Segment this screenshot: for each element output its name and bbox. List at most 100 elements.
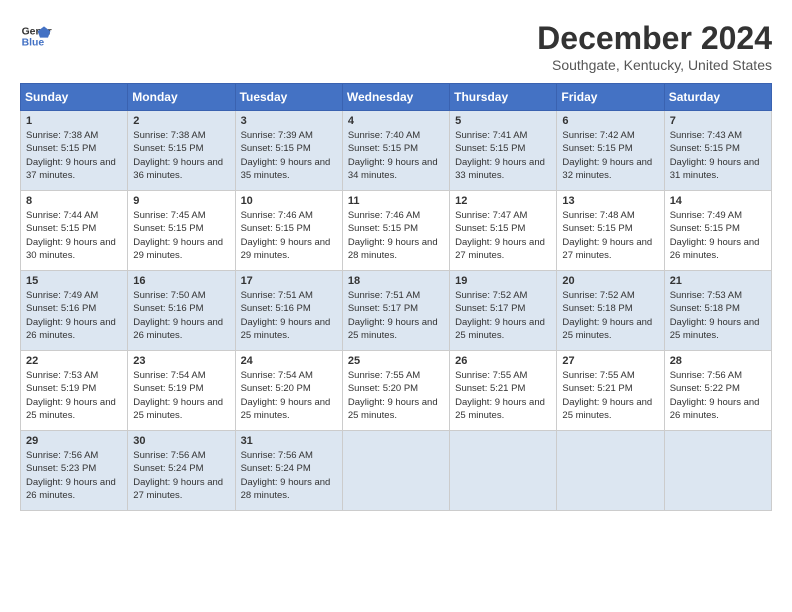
calendar-header-row: SundayMondayTuesdayWednesdayThursdayFrid… (21, 84, 772, 111)
calendar-cell: 21 Sunrise: 7:53 AMSunset: 5:18 PMDayligh… (664, 271, 771, 351)
calendar-cell: 14 Sunrise: 7:49 AMSunset: 5:15 PMDayligh… (664, 191, 771, 271)
day-number: 13 (562, 195, 658, 207)
day-number: 18 (348, 275, 444, 287)
calendar-cell: 8 Sunrise: 7:44 AMSunset: 5:15 PMDaylight… (21, 191, 128, 271)
day-number: 29 (26, 435, 122, 447)
calendar-cell (664, 431, 771, 511)
day-number: 10 (241, 195, 337, 207)
day-number: 31 (241, 435, 337, 447)
logo-icon: General Blue (20, 20, 52, 52)
day-number: 25 (348, 355, 444, 367)
calendar-cell: 3 Sunrise: 7:39 AMSunset: 5:15 PMDaylight… (235, 111, 342, 191)
day-number: 28 (670, 355, 766, 367)
day-number: 3 (241, 115, 337, 127)
day-info: Sunrise: 7:52 AMSunset: 5:17 PMDaylight:… (455, 289, 551, 342)
calendar-week-row: 29 Sunrise: 7:56 AMSunset: 5:23 PMDayligh… (21, 431, 772, 511)
day-info: Sunrise: 7:48 AMSunset: 5:15 PMDaylight:… (562, 209, 658, 262)
day-header-friday: Friday (557, 84, 664, 111)
day-header-monday: Monday (128, 84, 235, 111)
calendar-cell: 26Sunrise: 7:55 AMSunset: 5:21 PMDayligh… (450, 351, 557, 431)
day-info: Sunrise: 7:55 AMSunset: 5:21 PMDaylight:… (455, 369, 551, 422)
day-number: 5 (455, 115, 551, 127)
day-header-thursday: Thursday (450, 84, 557, 111)
calendar-cell: 15 Sunrise: 7:49 AMSunset: 5:16 PMDayligh… (21, 271, 128, 351)
day-number: 2 (133, 115, 229, 127)
calendar-cell: 28Sunrise: 7:56 AMSunset: 5:22 PMDayligh… (664, 351, 771, 431)
day-info: Sunrise: 7:53 AMSunset: 5:18 PMDaylight:… (670, 289, 766, 342)
day-info: Sunrise: 7:50 AMSunset: 5:16 PMDaylight:… (133, 289, 229, 342)
day-info: Sunrise: 7:47 AMSunset: 5:15 PMDaylight:… (455, 209, 551, 262)
calendar-cell: 25 Sunrise: 7:55 AMSunset: 5:20 PMDayligh… (342, 351, 449, 431)
day-info: Sunrise: 7:44 AMSunset: 5:15 PMDaylight:… (26, 209, 122, 262)
day-number: 19 (455, 275, 551, 287)
day-number: 14 (670, 195, 766, 207)
calendar-cell: 19 Sunrise: 7:52 AMSunset: 5:17 PMDayligh… (450, 271, 557, 351)
calendar-cell: 7Sunrise: 7:43 AMSunset: 5:15 PMDaylight… (664, 111, 771, 191)
day-number: 30 (133, 435, 229, 447)
day-info: Sunrise: 7:46 AMSunset: 5:15 PMDaylight:… (348, 209, 444, 262)
day-number: 8 (26, 195, 122, 207)
calendar-cell: 11 Sunrise: 7:46 AMSunset: 5:15 PMDayligh… (342, 191, 449, 271)
calendar-cell: 31 Sunrise: 7:56 AMSunset: 5:24 PMDayligh… (235, 431, 342, 511)
calendar-cell: 30 Sunrise: 7:56 AMSunset: 5:24 PMDayligh… (128, 431, 235, 511)
day-info: Sunrise: 7:49 AMSunset: 5:15 PMDaylight:… (670, 209, 766, 262)
day-number: 21 (670, 275, 766, 287)
calendar-cell: 10 Sunrise: 7:46 AMSunset: 5:15 PMDayligh… (235, 191, 342, 271)
day-info: Sunrise: 7:38 AMSunset: 5:15 PMDaylight:… (26, 129, 122, 182)
day-number: 4 (348, 115, 444, 127)
calendar-cell: 1Sunrise: 7:38 AMSunset: 5:15 PMDaylight… (21, 111, 128, 191)
calendar-cell: 6 Sunrise: 7:42 AMSunset: 5:15 PMDaylight… (557, 111, 664, 191)
calendar-cell: 20 Sunrise: 7:52 AMSunset: 5:18 PMDayligh… (557, 271, 664, 351)
calendar-cell: 16 Sunrise: 7:50 AMSunset: 5:16 PMDayligh… (128, 271, 235, 351)
day-number: 20 (562, 275, 658, 287)
calendar-cell: 13 Sunrise: 7:48 AMSunset: 5:15 PMDayligh… (557, 191, 664, 271)
calendar-week-row: 15 Sunrise: 7:49 AMSunset: 5:16 PMDayligh… (21, 271, 772, 351)
day-info: Sunrise: 7:42 AMSunset: 5:15 PMDaylight:… (562, 129, 658, 182)
calendar-week-row: 22 Sunrise: 7:53 AMSunset: 5:19 PMDayligh… (21, 351, 772, 431)
day-number: 9 (133, 195, 229, 207)
day-number: 23 (133, 355, 229, 367)
day-info: Sunrise: 7:56 AMSunset: 5:24 PMDaylight:… (133, 449, 229, 502)
day-info: Sunrise: 7:56 AMSunset: 5:23 PMDaylight:… (26, 449, 122, 502)
day-header-saturday: Saturday (664, 84, 771, 111)
day-info: Sunrise: 7:41 AMSunset: 5:15 PMDaylight:… (455, 129, 551, 182)
day-number: 22 (26, 355, 122, 367)
calendar-cell: 24Sunrise: 7:54 AMSunset: 5:20 PMDayligh… (235, 351, 342, 431)
calendar-cell (342, 431, 449, 511)
day-info: Sunrise: 7:56 AMSunset: 5:24 PMDaylight:… (241, 449, 337, 502)
day-info: Sunrise: 7:55 AMSunset: 5:20 PMDaylight:… (348, 369, 444, 422)
day-info: Sunrise: 7:51 AMSunset: 5:16 PMDaylight:… (241, 289, 337, 342)
calendar-cell: 29 Sunrise: 7:56 AMSunset: 5:23 PMDayligh… (21, 431, 128, 511)
calendar-cell: 12 Sunrise: 7:47 AMSunset: 5:15 PMDayligh… (450, 191, 557, 271)
calendar-week-row: 8 Sunrise: 7:44 AMSunset: 5:15 PMDaylight… (21, 191, 772, 271)
day-info: Sunrise: 7:38 AMSunset: 5:15 PMDaylight:… (133, 129, 229, 182)
day-info: Sunrise: 7:39 AMSunset: 5:15 PMDaylight:… (241, 129, 337, 182)
calendar-cell (450, 431, 557, 511)
svg-text:Blue: Blue (22, 38, 45, 49)
day-info: Sunrise: 7:53 AMSunset: 5:19 PMDaylight:… (26, 369, 122, 422)
logo: General Blue (20, 20, 52, 52)
day-info: Sunrise: 7:52 AMSunset: 5:18 PMDaylight:… (562, 289, 658, 342)
day-number: 24 (241, 355, 337, 367)
calendar-table: SundayMondayTuesdayWednesdayThursdayFrid… (20, 83, 772, 511)
day-info: Sunrise: 7:49 AMSunset: 5:16 PMDaylight:… (26, 289, 122, 342)
day-info: Sunrise: 7:45 AMSunset: 5:15 PMDaylight:… (133, 209, 229, 262)
title-block: December 2024 Southgate, Kentucky, Unite… (537, 20, 772, 73)
calendar-cell (557, 431, 664, 511)
day-info: Sunrise: 7:40 AMSunset: 5:15 PMDaylight:… (348, 129, 444, 182)
month-title: December 2024 (537, 20, 772, 57)
day-header-wednesday: Wednesday (342, 84, 449, 111)
calendar-cell: 23Sunrise: 7:54 AMSunset: 5:19 PMDayligh… (128, 351, 235, 431)
day-number: 6 (562, 115, 658, 127)
day-number: 27 (562, 355, 658, 367)
calendar-cell: 4 Sunrise: 7:40 AMSunset: 5:15 PMDaylight… (342, 111, 449, 191)
day-info: Sunrise: 7:46 AMSunset: 5:15 PMDaylight:… (241, 209, 337, 262)
day-number: 7 (670, 115, 766, 127)
day-number: 11 (348, 195, 444, 207)
calendar-cell: 17Sunrise: 7:51 AMSunset: 5:16 PMDayligh… (235, 271, 342, 351)
day-info: Sunrise: 7:55 AMSunset: 5:21 PMDaylight:… (562, 369, 658, 422)
day-number: 15 (26, 275, 122, 287)
day-number: 16 (133, 275, 229, 287)
calendar-cell: 22 Sunrise: 7:53 AMSunset: 5:19 PMDayligh… (21, 351, 128, 431)
day-number: 12 (455, 195, 551, 207)
